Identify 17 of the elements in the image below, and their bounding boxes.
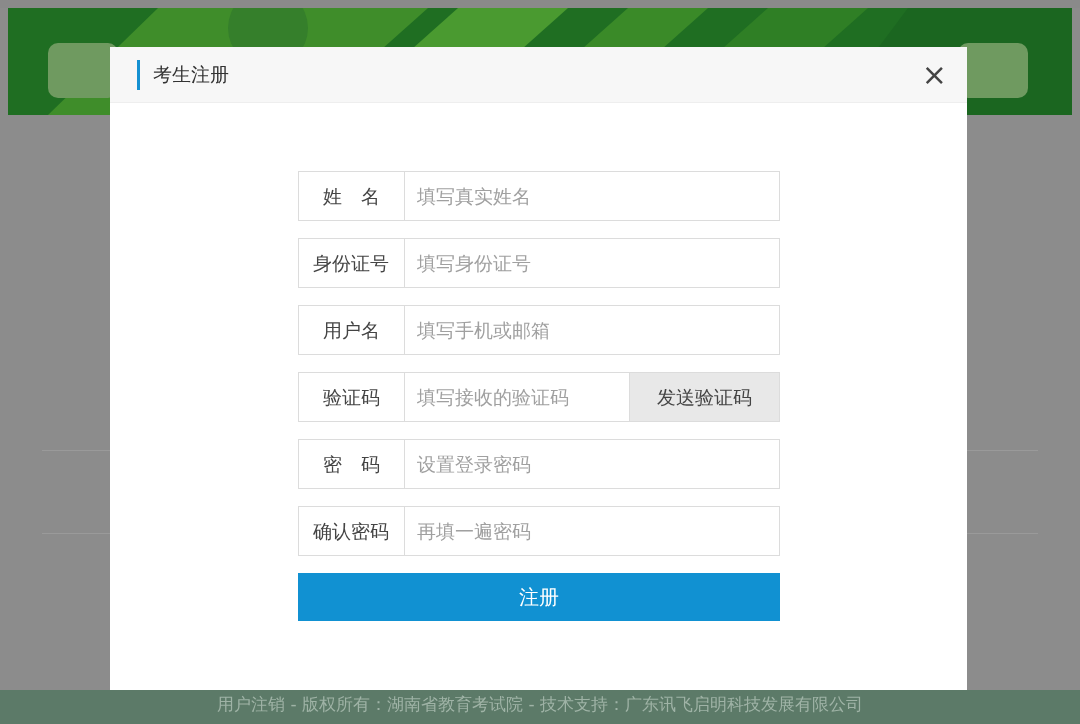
field-label: 确认密码	[297, 506, 404, 556]
close-button[interactable]: ×	[921, 59, 947, 90]
dialog-title: 考生注册	[153, 62, 230, 88]
field-label: 身份证号	[297, 238, 404, 288]
input-field[interactable]: 填写身份证号	[403, 238, 780, 288]
field-label: 验证码	[297, 372, 404, 422]
register-button[interactable]: 注册	[297, 573, 780, 621]
footer-text: 用户注销 - 版权所有：湖南省教育考试院 - 技术支持：广东讯飞启明科技发展有限公司	[217, 693, 863, 717]
field-label: 密 码	[297, 439, 404, 489]
field-label: 姓 名	[297, 171, 404, 221]
field-label: 用户名	[297, 305, 404, 355]
input-field[interactable]: 填写接收的验证码	[403, 372, 630, 422]
input-field[interactable]: 设置登录密码	[403, 439, 780, 489]
input-field[interactable]: 填写真实姓名	[403, 171, 780, 221]
input-field[interactable]: 填写手机或邮箱	[403, 305, 780, 355]
send-code-button[interactable]: 发送验证码	[629, 372, 780, 422]
input-field[interactable]: 再填一遍密码	[403, 506, 780, 556]
